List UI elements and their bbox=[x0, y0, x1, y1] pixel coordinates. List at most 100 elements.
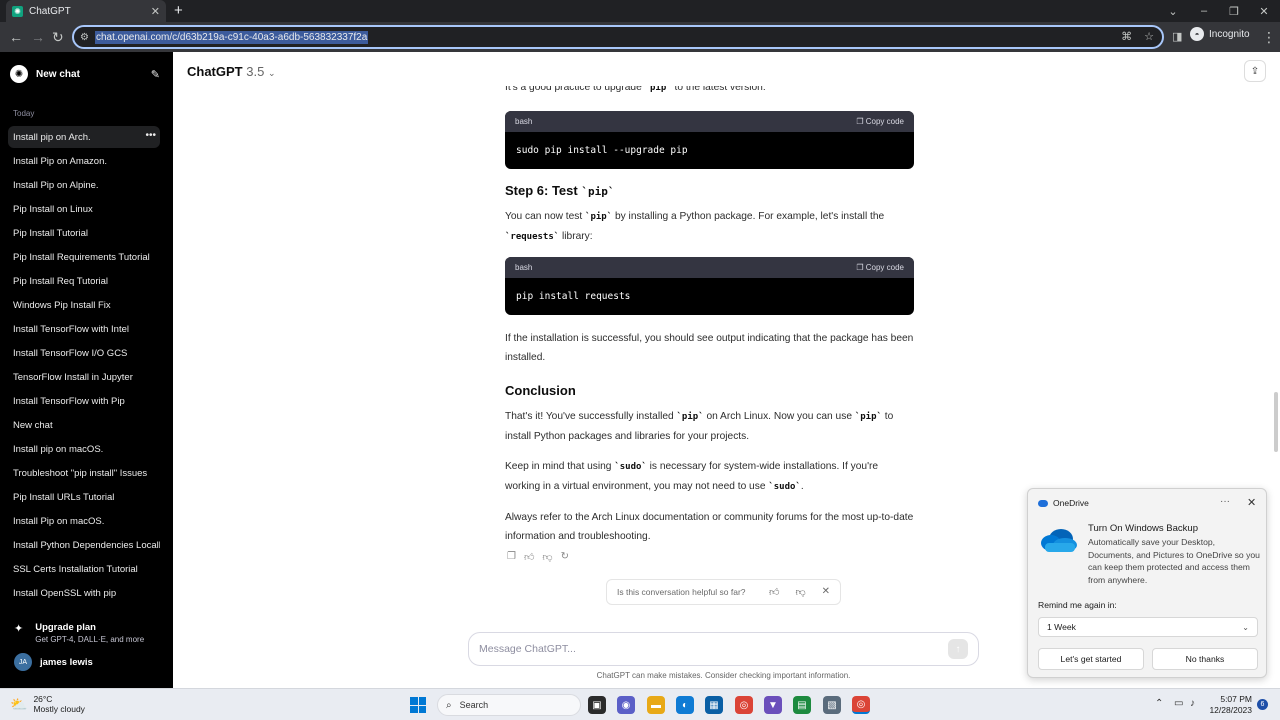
start-logo-pane bbox=[410, 705, 418, 713]
regenerate-icon[interactable]: ↻ bbox=[561, 551, 569, 563]
remind-label: Remind me again in: bbox=[1038, 600, 1117, 610]
tab-close-icon[interactable]: ✕ bbox=[151, 5, 160, 18]
message-paragraph: It's a good practice to upgrade `pip` to… bbox=[505, 82, 766, 93]
model-name: ChatGPT bbox=[187, 64, 243, 79]
start-logo-pane bbox=[418, 697, 426, 705]
conversation-item[interactable]: New chat bbox=[8, 414, 160, 436]
close-icon[interactable]: ✕ bbox=[822, 586, 830, 598]
site-info-icon[interactable]: ⚙ bbox=[80, 32, 89, 43]
conversation-item[interactable]: Install TensorFlow with Intel bbox=[8, 318, 160, 340]
conversation-item[interactable]: Troubleshoot "pip install" Issues bbox=[8, 462, 160, 484]
app-icon[interactable]: ▼ bbox=[764, 696, 782, 714]
conversation-title: Pip Install on Linux bbox=[13, 203, 93, 215]
chrome-icon[interactable]: ◎ bbox=[735, 696, 753, 714]
bookmark-star-icon[interactable]: ☆ bbox=[1144, 30, 1154, 43]
more-options-icon[interactable]: ··· bbox=[1220, 496, 1230, 507]
close-icon[interactable]: ✕ bbox=[1247, 496, 1256, 509]
conversation-item[interactable]: Pip Install URLs Tutorial bbox=[8, 486, 160, 508]
conversation-item[interactable]: TensorFlow Install in Jupyter bbox=[8, 366, 160, 388]
copy-code-button[interactable]: ❐ Copy code bbox=[856, 263, 904, 272]
maximize-icon[interactable]: ❐ bbox=[1218, 0, 1250, 22]
thumbs-down-icon[interactable]: 👎︎ bbox=[542, 551, 552, 563]
chat-app-icon[interactable]: ◉ bbox=[617, 696, 635, 714]
taskbar-search[interactable]: ⌕ Search bbox=[437, 694, 581, 716]
conversation-item[interactable]: Pip Install Req Tutorial bbox=[8, 270, 160, 292]
thumbs-up-icon[interactable]: 👍︎ bbox=[769, 586, 779, 598]
conversation-title: Windows Pip Install Fix bbox=[13, 299, 111, 311]
close-window-icon[interactable]: ✕ bbox=[1248, 0, 1280, 22]
conversation-item[interactable]: Install pip on Arch. ••• bbox=[8, 126, 160, 148]
chevron-up-icon[interactable]: ⌃ bbox=[1155, 698, 1163, 709]
search-icon: ⌕ bbox=[446, 699, 452, 711]
conversation-item[interactable]: Pip Install Requirements Tutorial bbox=[8, 246, 160, 268]
conversation-title: Install pip on macOS. bbox=[13, 443, 104, 455]
minimize-icon[interactable]: – bbox=[1188, 0, 1220, 22]
chrome-active-icon[interactable]: ◎ bbox=[852, 696, 870, 714]
conversation-item[interactable]: SSL Certs Installation Tutorial bbox=[8, 558, 160, 580]
conversation-item[interactable]: Pip Install Tutorial bbox=[8, 222, 160, 244]
conversation-title: Install TensorFlow with Intel bbox=[13, 323, 129, 335]
new-chat-button[interactable]: ✺ New chat ✎ bbox=[10, 62, 160, 86]
more-options-icon[interactable]: ••• bbox=[145, 130, 156, 141]
lets-get-started-button[interactable]: Let's get started bbox=[1038, 648, 1144, 670]
model-selector[interactable]: ChatGPT 3.5 ⌄ bbox=[187, 64, 276, 79]
conversation-item[interactable]: Install TensorFlow with Pip bbox=[8, 390, 160, 412]
no-tracking-icon[interactable]: ⌘ bbox=[1121, 30, 1132, 43]
store-icon[interactable]: ▦ bbox=[705, 696, 723, 714]
start-button[interactable] bbox=[410, 697, 426, 713]
conversation-item[interactable]: Pip Install on Linux bbox=[8, 198, 160, 220]
incognito-label: Incognito bbox=[1209, 28, 1250, 40]
conversation-item[interactable]: Install Pip on Alpine. bbox=[8, 174, 160, 196]
conversation-title: Install TensorFlow with Pip bbox=[13, 395, 125, 407]
thumbs-down-icon[interactable]: 👎︎ bbox=[795, 586, 805, 598]
task-view-icon[interactable]: ▣ bbox=[588, 696, 606, 714]
browser-tab-chatgpt[interactable]: ✺ ChatGPT ✕ bbox=[6, 0, 166, 22]
conversation-item[interactable]: Install Pip on macOS. bbox=[8, 510, 160, 532]
address-bar[interactable]: ⚙ chat.openai.com/c/d63b219a-c91c-40a3-a… bbox=[72, 25, 1164, 49]
reload-icon[interactable]: ↻ bbox=[52, 29, 64, 45]
conversation-item[interactable]: Install Pip on Amazon. bbox=[8, 150, 160, 172]
conversation-item[interactable]: Install TensorFlow I/O GCS bbox=[8, 342, 160, 364]
incognito-indicator[interactable]: ◓ Incognito bbox=[1190, 27, 1250, 41]
edit-pencil-icon[interactable]: ✎ bbox=[151, 68, 160, 81]
taskbar-clock[interactable]: 5:07 PM 12/28/2023 bbox=[1208, 694, 1252, 716]
conversation-item[interactable]: Install pip on macOS. bbox=[8, 438, 160, 460]
conversation-title: Install Python Dependencies Locally bbox=[13, 539, 160, 551]
send-button[interactable]: ↑ bbox=[948, 639, 968, 659]
copy-icon[interactable]: ❐ bbox=[507, 551, 516, 563]
weather-widget[interactable]: ⛅ 26°C Mostly cloudy bbox=[10, 694, 85, 714]
no-thanks-button[interactable]: No thanks bbox=[1152, 648, 1258, 670]
copy-code-button[interactable]: ❐ Copy code bbox=[856, 117, 904, 126]
app-icon[interactable]: ▧ bbox=[823, 696, 841, 714]
url-text[interactable]: chat.openai.com/c/d63b219a-c91c-40a3-a6d… bbox=[94, 30, 369, 44]
spreadsheet-icon[interactable]: ▤ bbox=[793, 696, 811, 714]
upgrade-plan-button[interactable]: ✦ Upgrade plan Get GPT-4, DALL·E, and mo… bbox=[14, 622, 144, 644]
conversation-item[interactable]: Install OpenSSL with pip bbox=[8, 582, 160, 604]
network-icon[interactable]: ▭ bbox=[1174, 698, 1183, 709]
volume-icon[interactable]: ♪ bbox=[1190, 698, 1195, 709]
tab-search-chevron-icon[interactable]: ⌄ bbox=[1157, 0, 1189, 22]
thumbs-up-icon[interactable]: 👍︎ bbox=[524, 551, 534, 563]
conversation-item[interactable]: Windows Pip Install Fix bbox=[8, 294, 160, 316]
clipboard-icon: ❐ bbox=[856, 117, 864, 126]
taskbar-search-label: Search bbox=[459, 700, 489, 710]
back-arrow-icon[interactable]: ← bbox=[9, 29, 23, 45]
browser-menu-icon[interactable]: ⋮ bbox=[1262, 29, 1276, 45]
edge-browser-icon[interactable]: ◐ bbox=[676, 696, 694, 714]
share-icon: ⇪ bbox=[1250, 65, 1260, 77]
user-menu[interactable]: JA james lewis bbox=[14, 653, 93, 671]
file-explorer-icon[interactable]: ▬ bbox=[647, 696, 665, 714]
share-button[interactable]: ⇪ bbox=[1244, 60, 1266, 82]
remind-interval-select[interactable]: 1 Week ⌄ bbox=[1038, 617, 1258, 637]
message-input[interactable] bbox=[479, 643, 948, 655]
scrollbar[interactable] bbox=[1274, 392, 1278, 452]
weather-condition: Mostly cloudy bbox=[33, 704, 85, 714]
new-tab-icon[interactable]: + bbox=[174, 2, 183, 19]
side-panel-icon[interactable]: ◨ bbox=[1172, 29, 1182, 45]
conversation-item[interactable]: Install Python Dependencies Locally bbox=[8, 534, 160, 556]
chevron-down-icon: ⌄ bbox=[1242, 622, 1249, 632]
sidebar: ✺ New chat ✎ Today Install pip on Arch. •… bbox=[0, 52, 173, 688]
forward-arrow-icon[interactable]: → bbox=[31, 29, 45, 45]
notification-badge[interactable]: 6 bbox=[1257, 699, 1268, 710]
notification-header: OneDrive bbox=[1038, 498, 1089, 508]
